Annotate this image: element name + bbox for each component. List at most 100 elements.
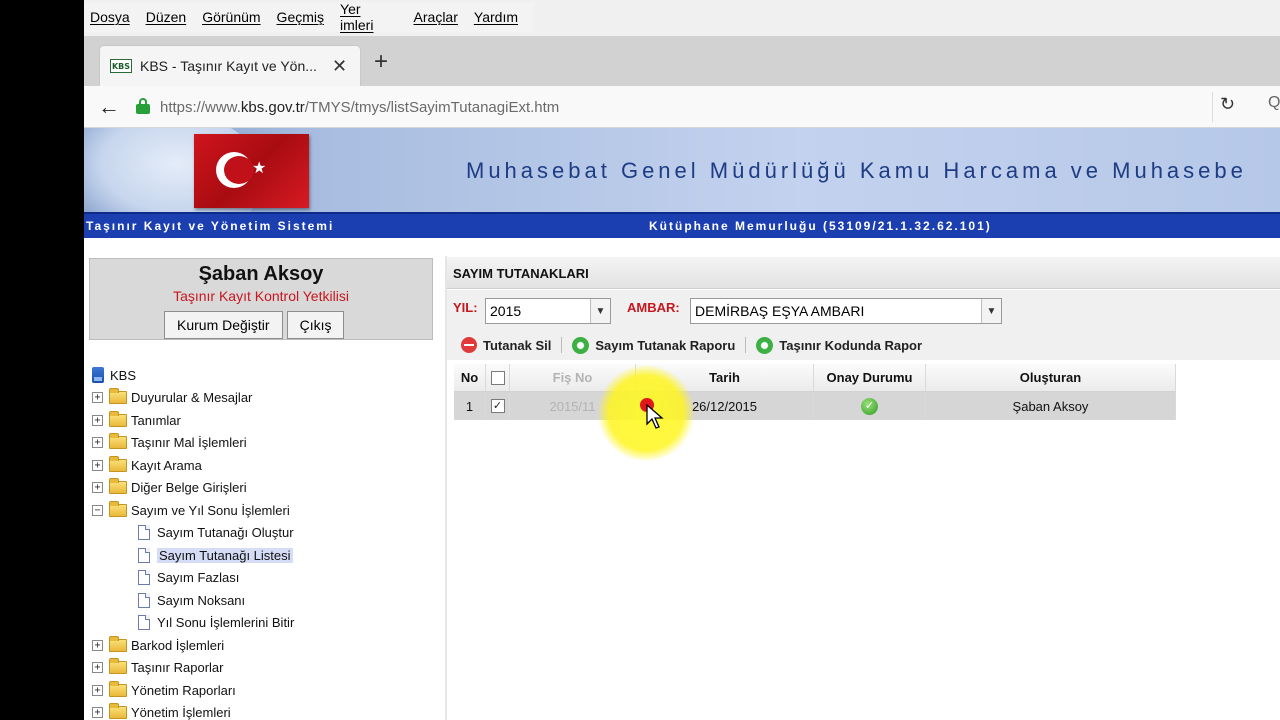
navigation-tree: KBS + Duyurular & Mesajlar + Tanımlar + … (92, 364, 432, 720)
document-icon (138, 547, 150, 563)
toolbar-separator (745, 337, 747, 353)
reports-grid: No Fiş No Tarih Onay Durumu Oluşturan 1 … (454, 364, 1176, 420)
mouse-cursor-icon (646, 404, 664, 429)
browser-tab[interactable]: KBS KBS - Taşınır Kayıt ve Yön... ✕ (100, 46, 360, 86)
tree-item-tasinir-raporlar[interactable]: + Taşınır Raporlar (92, 657, 432, 680)
toolbar-separator (561, 337, 563, 353)
tree-item-barkod[interactable]: + Barkod İşlemleri (92, 634, 432, 657)
menu-bar: Dosya Düzen Görünüm Geçmiş Yer imleri Ar… (84, 0, 1280, 36)
report-icon (572, 336, 590, 354)
grid-toolbar: Tutanak Sil Sayım Tutanak Raporu Taşınır… (447, 330, 1280, 360)
tree-child-olustur[interactable]: Sayım Tutanağı Oluştur (92, 522, 432, 545)
count-report-button[interactable]: Sayım Tutanak Raporu (572, 336, 735, 354)
folder-icon (109, 703, 127, 720)
expand-icon[interactable]: + (92, 639, 103, 651)
document-icon (138, 615, 150, 631)
document-icon (138, 570, 150, 586)
expand-icon[interactable]: + (92, 482, 103, 494)
store-value: DEMİRBAŞ EŞYA AMBARI (695, 303, 865, 319)
year-value: 2015 (490, 303, 522, 319)
expand-icon[interactable]: + (92, 684, 103, 696)
tree-root[interactable]: KBS (92, 364, 432, 387)
url-divider (1212, 92, 1213, 122)
tab-title: KBS - Taşınır Kayıt ve Yön... (140, 58, 317, 74)
delete-report-button[interactable]: Tutanak Sil (461, 337, 551, 353)
reload-icon[interactable]: ↻ (1220, 94, 1235, 115)
table-row[interactable]: 1 ✓ 2015/11 26/12/2015 ✓ Şaban Aksoy (454, 392, 1176, 420)
store-select[interactable]: DEMİRBAŞ EŞYA AMBARI ▼ (690, 298, 1002, 324)
tree-item-yonetim-islemleri[interactable]: + Yönetim İşlemleri (92, 702, 432, 720)
column-header-fis[interactable]: Fiş No (510, 364, 636, 391)
back-button[interactable]: ← (94, 92, 124, 122)
row-checkbox[interactable]: ✓ (486, 392, 510, 420)
tree-item-label: Tanımlar (131, 412, 181, 428)
tree-item-tasinir-mal[interactable]: + Taşınır Mal İşlemleri (92, 432, 432, 455)
banner-title: Muhasebat Genel Müdürlüğü Kamu Harcama v… (466, 158, 1247, 183)
expand-icon[interactable]: + (92, 707, 103, 719)
menu-araclar[interactable]: Araçlar (414, 9, 458, 25)
select-all-checkbox[interactable] (486, 364, 510, 391)
folder-icon (109, 635, 127, 652)
column-header-tarih[interactable]: Tarih (636, 364, 814, 391)
tree-item-label: Yönetim İşlemleri (131, 705, 231, 720)
tab-strip: KBS KBS - Taşınır Kayıt ve Yön... ✕ + (84, 36, 1280, 86)
url-bar[interactable]: https://www. kbs.gov.tr/TMYS/tmys/listSay… (160, 93, 1212, 121)
code-report-button[interactable]: Taşınır Kodunda Rapor (756, 336, 923, 354)
user-panel: Şaban Aksoy Taşınır Kayıt Kontrol Yetkil… (89, 258, 433, 340)
column-header-no[interactable]: No (454, 364, 486, 391)
url-host: kbs.gov.tr (240, 98, 305, 116)
document-icon (138, 525, 150, 541)
chevron-down-icon[interactable]: ▼ (981, 299, 1001, 323)
site-banner: ★ Muhasebat Genel Müdürlüğü Kamu Harcama… (84, 128, 1280, 212)
tree-item-kayit-arama[interactable]: + Kayıt Arama (92, 454, 432, 477)
menu-yer-imleri[interactable]: Yer imleri (340, 1, 398, 33)
row-fis-no[interactable]: 2015/11 (510, 392, 636, 420)
tree-item-sayim[interactable]: − Sayım ve Yıl Sonu İşlemleri (92, 499, 432, 522)
tree-item-diger-belge[interactable]: + Diğer Belge Girişleri (92, 477, 432, 500)
code-report-label: Taşınır Kodunda Rapor (779, 337, 923, 353)
menu-dosya[interactable]: Dosya (90, 9, 130, 25)
close-tab-icon[interactable]: ✕ (332, 56, 347, 77)
tree-child-noksani[interactable]: Sayım Noksanı (92, 589, 432, 612)
delete-icon (461, 337, 477, 353)
menu-yardim[interactable]: Yardım (474, 9, 518, 25)
tree-child-fazlasi[interactable]: Sayım Fazlası (92, 567, 432, 590)
folder-icon (109, 478, 127, 495)
menu-gorunum[interactable]: Görünüm (202, 9, 260, 25)
tree-item-tanimlar[interactable]: + Tanımlar (92, 409, 432, 432)
expand-icon[interactable]: + (92, 459, 103, 471)
tree-child-label: Sayım Tutanağı Oluştur (157, 525, 294, 541)
tree-child-label: Sayım Fazlası (157, 570, 240, 586)
folder-open-icon (109, 500, 127, 517)
tree-child-yil-sonu[interactable]: Yıl Sonu İşlemlerini Bitir (92, 612, 432, 635)
tree-item-label: Kayıt Arama (131, 457, 202, 473)
tree-child-label-selected: Sayım Tutanağı Listesi (157, 547, 293, 563)
tree-item-duyurular[interactable]: + Duyurular & Mesajlar (92, 387, 432, 410)
expand-icon[interactable]: + (92, 437, 103, 449)
tree-item-yonetim-raporlari[interactable]: + Yönetim Raporları (92, 679, 432, 702)
tree-child-listesi[interactable]: Sayım Tutanağı Listesi (92, 544, 432, 567)
menu-gecmis[interactable]: Geçmiş (277, 9, 324, 25)
chevron-down-icon[interactable]: ▼ (590, 299, 610, 323)
search-icon[interactable]: Q (1268, 94, 1280, 112)
document-icon (138, 592, 150, 608)
year-select[interactable]: 2015 ▼ (485, 298, 611, 324)
tree-child-label: Yıl Sonu İşlemlerini Bitir (157, 615, 295, 631)
expand-icon[interactable]: + (92, 414, 103, 426)
column-header-olusturan[interactable]: Oluşturan (926, 364, 1176, 391)
tree-item-label: Barkod İşlemleri (131, 637, 225, 653)
expand-icon[interactable]: + (92, 662, 103, 674)
browser-window: Dosya Düzen Görünüm Geçmiş Yer imleri Ar… (84, 0, 1280, 720)
change-unit-button[interactable]: Kurum Değiştir (164, 311, 283, 339)
logout-button[interactable]: Çıkış (286, 311, 345, 339)
tree-root-label: KBS (110, 367, 137, 383)
expand-icon[interactable]: + (92, 392, 103, 404)
turkish-flag-icon: ★ (194, 134, 309, 208)
column-header-onay[interactable]: Onay Durumu (814, 364, 926, 391)
collapse-icon[interactable]: − (92, 504, 103, 516)
tree-item-label: Diğer Belge Girişleri (131, 480, 247, 496)
new-tab-button[interactable]: + (374, 50, 388, 74)
menu-duzen[interactable]: Düzen (146, 9, 186, 25)
tree-item-label: Taşınır Raporlar (131, 660, 224, 676)
user-name: Şaban Aksoy (198, 263, 324, 285)
